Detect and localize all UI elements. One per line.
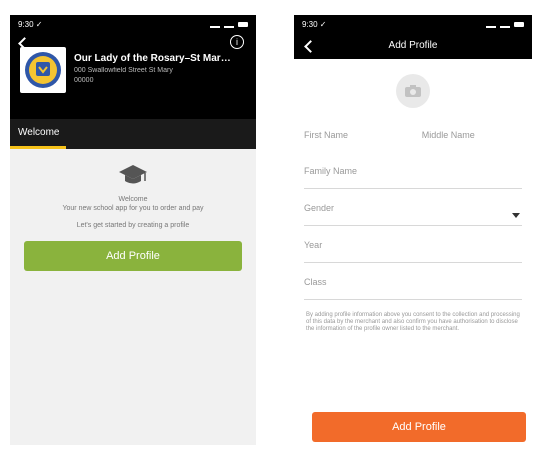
info-icon[interactable]: i: [230, 35, 244, 49]
status-bar: 9:30 ✓: [294, 15, 532, 33]
camera-icon: [405, 85, 421, 97]
consent-disclaimer: By adding profile information above you …: [306, 312, 520, 332]
tab-active-indicator: [10, 146, 66, 149]
welcome-body: Welcome Your new school app for you to o…: [10, 149, 256, 271]
gender-label: Gender: [304, 203, 335, 213]
page-title: Add Profile: [388, 40, 438, 51]
school-logo: [20, 47, 66, 93]
class-field[interactable]: Class: [304, 263, 522, 300]
back-chevron-icon[interactable]: [304, 40, 317, 53]
graduation-cap-icon: [119, 165, 147, 184]
wifi-icon: [224, 20, 234, 28]
profile-form: First Name Middle Name Family Name Gende…: [294, 116, 532, 333]
add-profile-button[interactable]: Add Profile: [24, 241, 242, 271]
tab-bar: Welcome: [10, 119, 256, 149]
photo-upload[interactable]: [396, 74, 430, 108]
status-time: 9:30 ✓: [302, 19, 327, 29]
welcome-hint: Let's get started by creating a profile: [76, 222, 190, 229]
welcome-title: Welcome: [118, 196, 148, 203]
battery-icon: [514, 21, 524, 27]
add-profile-header: Add Profile: [294, 33, 532, 59]
wifi-icon: [500, 20, 510, 28]
school-address: 000 Swallowfield Street St Mary: [74, 67, 173, 74]
welcome-text: Your new school app for you to order and…: [62, 205, 204, 212]
signal-icon: [210, 20, 220, 28]
year-field[interactable]: Year: [304, 226, 522, 263]
add-profile-submit-button[interactable]: Add Profile: [312, 412, 526, 442]
family-name-field[interactable]: Family Name: [304, 152, 522, 189]
school-name: Our Lady of the Rosary–St Mar…: [74, 53, 231, 64]
status-time: 9:30 ✓: [18, 19, 43, 29]
battery-icon: [238, 21, 248, 27]
dropdown-arrow-icon: [512, 213, 520, 218]
school-extra: 00000: [74, 77, 94, 84]
gender-select[interactable]: Gender: [304, 189, 522, 226]
school-header: i Our Lady of the Rosary–St Mar… 000 Swa…: [10, 33, 256, 119]
add-profile-screen: 9:30 ✓ Add Profile First Name Middle Nam…: [294, 15, 532, 445]
tab-welcome[interactable]: Welcome: [14, 119, 64, 147]
school-crest-icon: [25, 52, 61, 88]
signal-icon: [486, 20, 496, 28]
welcome-screen: 9:30 ✓ i Our Lady of the Rosary–St Mar… …: [10, 15, 256, 445]
first-name-field[interactable]: First Name: [304, 116, 404, 152]
status-bar: 9:30 ✓: [10, 15, 256, 33]
middle-name-field[interactable]: Middle Name: [416, 116, 522, 152]
